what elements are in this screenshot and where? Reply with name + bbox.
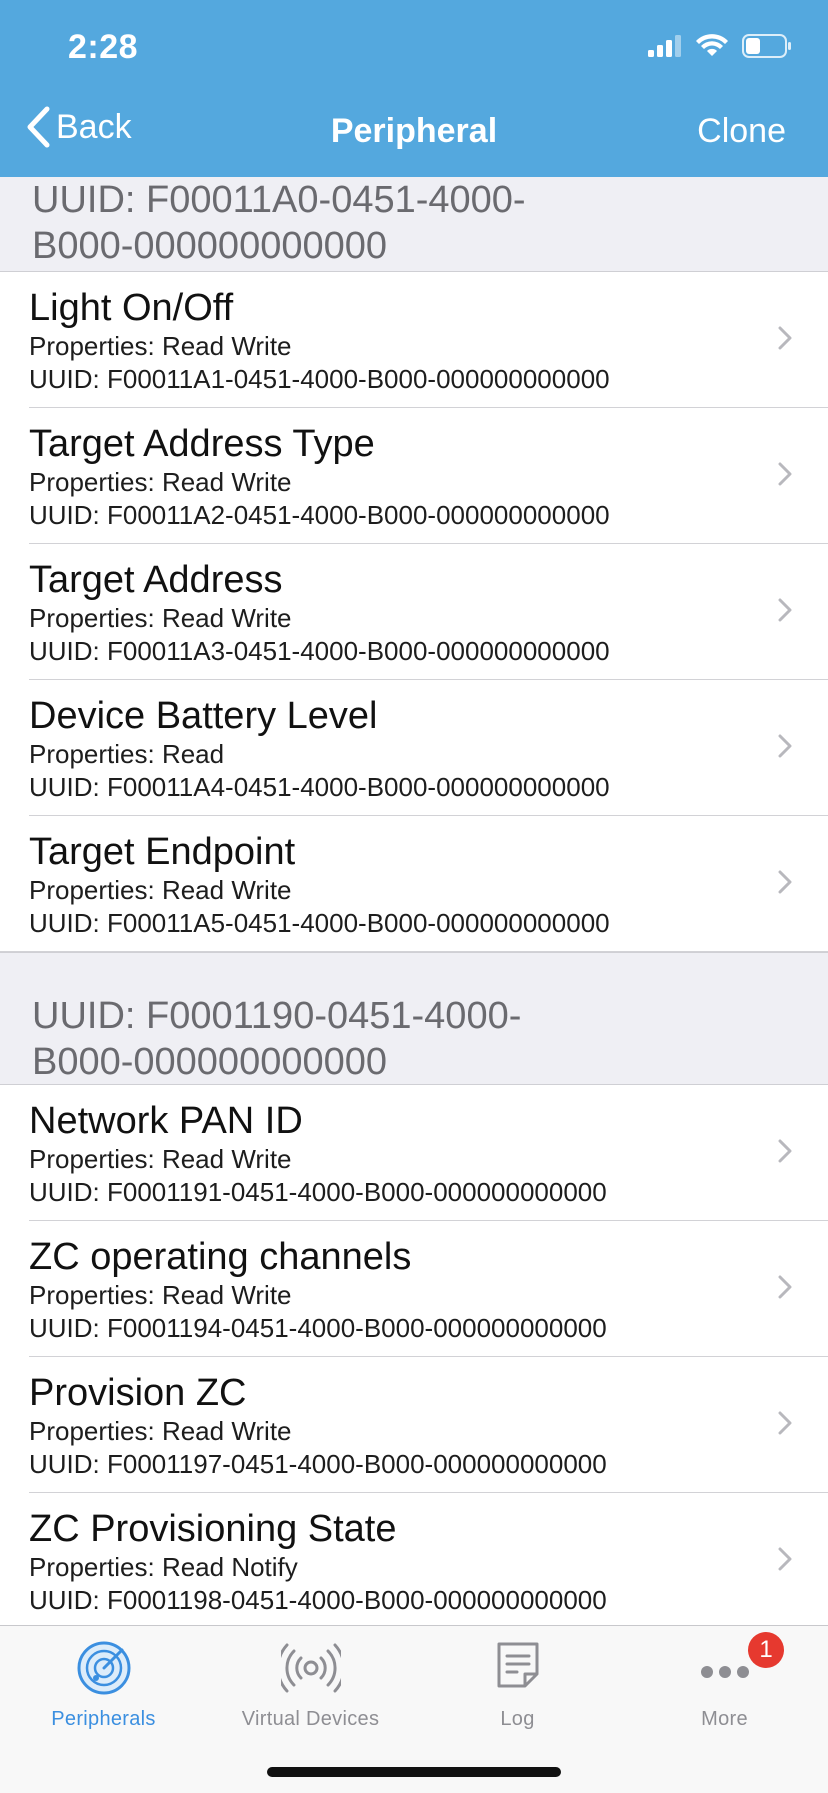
chevron-right-icon xyxy=(778,734,792,758)
characteristic-row[interactable]: Network PAN ID Properties: Read Write UU… xyxy=(0,1085,828,1221)
tab-more[interactable]: 1 More xyxy=(621,1626,828,1736)
status-icons xyxy=(648,34,792,58)
characteristic-uuid: UUID: F00011A3-0451-4000-B000-0000000000… xyxy=(29,636,610,666)
tab-icon-wrapper xyxy=(0,1640,207,1696)
characteristic-properties: Properties: Read Notify xyxy=(29,1552,298,1582)
cellular-signal-icon xyxy=(648,35,681,57)
characteristic-title: Device Battery Level xyxy=(29,695,378,737)
chevron-right-icon xyxy=(778,598,792,622)
characteristic-row[interactable]: Light On/Off Properties: Read Write UUID… xyxy=(0,272,828,408)
characteristic-row[interactable]: Target Address Type Properties: Read Wri… xyxy=(0,408,828,544)
characteristic-uuid: UUID: F0001194-0451-4000-B000-0000000000… xyxy=(29,1313,607,1343)
wifi-icon xyxy=(696,34,728,56)
chevron-right-icon xyxy=(778,326,792,350)
characteristic-title: ZC operating channels xyxy=(29,1236,412,1278)
characteristic-row[interactable]: Provision ZC Properties: Read Write UUID… xyxy=(0,1357,828,1493)
home-indicator[interactable] xyxy=(267,1767,561,1777)
characteristic-uuid: UUID: F0001198-0451-4000-B000-0000000000… xyxy=(29,1585,607,1615)
tab-label: More xyxy=(701,1708,748,1730)
clone-button[interactable]: Clone xyxy=(697,112,786,151)
characteristic-properties: Properties: Read Write xyxy=(29,331,292,361)
characteristic-properties: Properties: Read Write xyxy=(29,603,292,633)
tab-peripherals[interactable]: Peripherals xyxy=(0,1626,207,1736)
characteristic-properties: Properties: Read Write xyxy=(29,1416,292,1446)
document-icon xyxy=(497,1642,538,1688)
characteristic-row[interactable]: Device Battery Level Properties: Read UU… xyxy=(0,680,828,816)
characteristic-row[interactable]: Target Address Properties: Read Write UU… xyxy=(0,544,828,680)
characteristic-title: ZC Provisioning State xyxy=(29,1508,397,1550)
chevron-right-icon xyxy=(778,1547,792,1571)
characteristic-uuid: UUID: F00011A1-0451-4000-B000-0000000000… xyxy=(29,364,610,394)
characteristic-title: Network PAN ID xyxy=(29,1100,303,1142)
tab-icon-wrapper xyxy=(621,1640,828,1696)
tab-label: Log xyxy=(500,1708,535,1730)
characteristic-title: Provision ZC xyxy=(29,1372,247,1414)
battery-icon xyxy=(742,34,791,58)
characteristic-properties: Properties: Read Write xyxy=(29,1144,292,1174)
characteristic-properties: Properties: Read Write xyxy=(29,467,292,497)
navigation-header: 2:28 Back Peripheral Clone xyxy=(0,0,828,177)
tab-icon-wrapper xyxy=(207,1640,414,1696)
ellipsis-icon xyxy=(700,1666,749,1678)
section-header-line: UUID: F00011A0-0451-4000- xyxy=(32,179,526,221)
characteristic-uuid: UUID: F00011A2-0451-4000-B000-0000000000… xyxy=(29,500,610,530)
chevron-right-icon xyxy=(778,1411,792,1435)
section-header-line: UUID: F0001190-0451-4000- xyxy=(32,995,522,1037)
tab-icon-wrapper xyxy=(414,1640,621,1696)
characteristic-properties: Properties: Read Write xyxy=(29,1280,292,1310)
characteristic-uuid: UUID: F00011A5-0451-4000-B000-0000000000… xyxy=(29,908,610,938)
characteristic-title: Target Address xyxy=(29,559,283,601)
characteristic-row[interactable]: Target Endpoint Properties: Read Write U… xyxy=(0,816,828,952)
tab-log[interactable]: Log xyxy=(414,1626,621,1736)
characteristic-title: Target Address Type xyxy=(29,423,375,465)
chevron-right-icon xyxy=(778,462,792,486)
tab-label: Peripherals xyxy=(51,1708,156,1730)
characteristic-title: Light On/Off xyxy=(29,287,234,329)
section-header-line: B000-000000000000 xyxy=(32,1041,388,1083)
radar-icon xyxy=(77,1641,130,1695)
status-time: 2:28 xyxy=(68,28,139,66)
tab-virtual-devices[interactable]: Virtual Devices xyxy=(207,1626,414,1736)
characteristic-row[interactable]: ZC operating channels Properties: Read W… xyxy=(0,1221,828,1357)
characteristic-uuid: UUID: F00011A4-0451-4000-B000-0000000000… xyxy=(29,772,610,802)
tab-label: Virtual Devices xyxy=(241,1708,380,1730)
broadcast-icon xyxy=(280,1643,341,1693)
chevron-right-icon xyxy=(778,870,792,894)
notification-badge: 1 xyxy=(748,1632,784,1668)
section-header-line: B000-000000000000 xyxy=(32,225,388,267)
chevron-right-icon xyxy=(778,1139,792,1163)
characteristic-title: Target Endpoint xyxy=(29,831,296,873)
characteristic-row[interactable]: ZC Provisioning State Properties: Read N… xyxy=(0,1493,828,1625)
characteristic-properties: Properties: Read Write xyxy=(29,875,292,905)
characteristic-properties: Properties: Read xyxy=(29,739,225,769)
characteristic-uuid: UUID: F0001191-0451-4000-B000-0000000000… xyxy=(29,1177,607,1207)
characteristics-list[interactable]: UUID: F00011A0-0451-4000- B000-000000000… xyxy=(0,177,828,1625)
section-header: UUID: F00011A0-0451-4000- B000-000000000… xyxy=(0,177,828,272)
chevron-right-icon xyxy=(778,1275,792,1299)
section-header: UUID: F0001190-0451-4000- B000-000000000… xyxy=(0,952,828,1085)
characteristic-uuid: UUID: F0001197-0451-4000-B000-0000000000… xyxy=(29,1449,607,1479)
tab-bar: Peripherals Virtual Devices Log 1 More xyxy=(0,1625,828,1793)
